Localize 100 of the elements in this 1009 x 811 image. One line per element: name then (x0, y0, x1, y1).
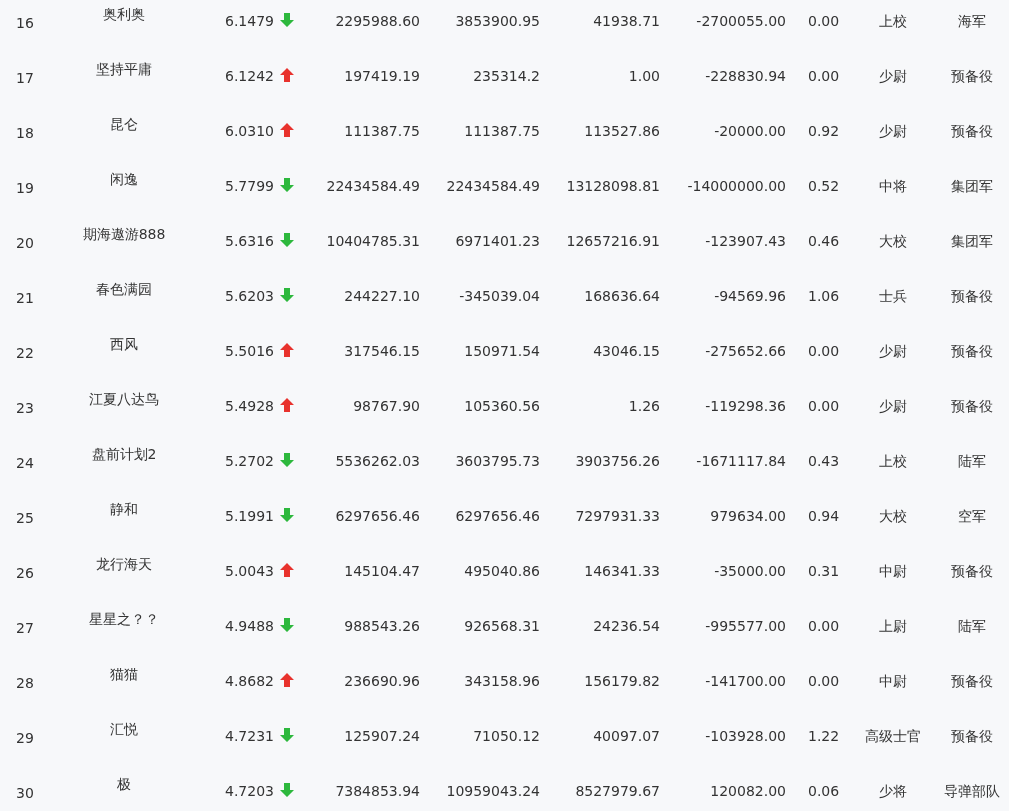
table-cell-text: 236690.96 (344, 672, 420, 691)
user-name: 龙行海天 (96, 555, 152, 574)
rank-title: 大校 (878, 507, 907, 526)
score-value: 4.7203 (225, 782, 274, 801)
table-cell-text: 156179.82 (584, 672, 660, 691)
table-cell-text: 926568.31 (464, 617, 540, 636)
table-cell-text: 111387.75 (344, 122, 420, 141)
table-cell-text: -123907.43 (705, 232, 786, 251)
score-value: 6.1242 (225, 67, 274, 86)
table-cell-text: -103928.00 (705, 727, 786, 746)
rank-number: 25 (16, 509, 34, 528)
table-cell-text: -275652.66 (705, 342, 786, 361)
branch-name: 集团军 (951, 232, 993, 251)
branch-name: 预备役 (951, 672, 993, 691)
table-cell-text: 2295988.60 (335, 12, 420, 31)
rank-title: 士兵 (878, 287, 907, 306)
branch-name: 预备役 (951, 287, 993, 306)
rank-number: 16 (16, 14, 34, 33)
table-cell-text: 111387.75 (464, 122, 540, 141)
table-cell: 0.94 (808, 508, 840, 524)
score-value: 6.0310 (225, 122, 274, 141)
table-cell-text: 6971401.23 (455, 232, 540, 251)
table-cell: 0.43 (808, 453, 840, 469)
table-cell-text: 495040.86 (464, 562, 540, 581)
user-name: 昆仑 (110, 115, 138, 134)
table-cell-text: 10959043.24 (446, 782, 540, 801)
table-cell: 0.00 (808, 398, 840, 414)
table-cell-text: 71050.12 (473, 727, 540, 746)
rank-number: 17 (16, 69, 34, 88)
table-cell-text: 979634.00 (710, 507, 786, 526)
branch-name: 陆军 (958, 452, 986, 471)
user-name: 奥利奥 (103, 5, 145, 24)
table-cell-text: -995577.00 (705, 617, 786, 636)
table-cell-text: -141700.00 (705, 672, 786, 691)
rank-number: 21 (16, 289, 34, 308)
rank-number: 23 (16, 399, 34, 418)
rank-number: 20 (16, 234, 34, 253)
rank-title: 少将 (878, 782, 907, 801)
table-cell: 0.00 (808, 13, 840, 29)
table-cell-text: 3853900.95 (455, 12, 540, 31)
table-cell-text: 988543.26 (344, 617, 420, 636)
table-cell-text: 10404785.31 (326, 232, 420, 251)
rank-title: 少尉 (878, 397, 907, 416)
rank-title: 上尉 (878, 617, 907, 636)
user-name: 期海遨游888 (82, 225, 166, 244)
rank-title: 大校 (878, 232, 907, 251)
rank-title: 中将 (878, 177, 907, 196)
score-value: 4.7231 (225, 727, 274, 746)
rank-number: 27 (16, 619, 34, 638)
table-cell: 0.92 (808, 123, 840, 139)
table-cell: 0.31 (808, 563, 840, 579)
rank-number: 24 (16, 454, 34, 473)
user-name: 汇悦 (110, 720, 138, 739)
rank-number: 18 (16, 124, 34, 143)
branch-name: 空军 (958, 507, 986, 526)
table-cell-text: 235314.2 (473, 67, 540, 86)
branch-name: 预备役 (951, 727, 993, 746)
table-cell: 0.00 (808, 673, 840, 689)
table-cell-text: 41938.71 (593, 12, 660, 31)
user-name: 江夏八达鸟 (89, 390, 159, 409)
rank-number: 30 (16, 784, 34, 803)
rank-title: 少尉 (878, 342, 907, 361)
table-cell-text: 40097.07 (593, 727, 660, 746)
table-cell: 0.00 (808, 68, 840, 84)
user-name: 坚持平庸 (96, 60, 152, 79)
rank-title: 少尉 (878, 122, 907, 141)
table-cell: 0.52 (808, 178, 840, 194)
table-cell-text: -345039.04 (459, 287, 540, 306)
branch-name: 陆军 (958, 617, 986, 636)
table-cell-text: 13128098.81 (566, 177, 660, 196)
table-cell-text: 7297931.33 (575, 507, 660, 526)
rank-title: 中尉 (878, 562, 907, 581)
table-cell-text: 168636.64 (584, 287, 660, 306)
table-cell-text: 6297656.46 (335, 507, 420, 526)
table-cell: 1.22 (808, 728, 840, 744)
table-cell-text: -119298.36 (705, 397, 786, 416)
table-cell-text: -35000.00 (714, 562, 786, 581)
score-value: 5.0043 (225, 562, 274, 581)
table-cell: 0.06 (808, 783, 840, 799)
table-cell-text: 197419.19 (344, 67, 420, 86)
table-cell-text: 7384853.94 (335, 782, 420, 801)
table-cell-text: 5536262.03 (335, 452, 420, 471)
table-cell-text: 3903756.26 (575, 452, 660, 471)
branch-name: 导弹部队 (944, 782, 1000, 801)
rank-title: 上校 (878, 452, 907, 471)
user-name: 西风 (110, 335, 138, 354)
table-cell: 0.00 (808, 343, 840, 359)
table-cell-text: 146341.33 (584, 562, 660, 581)
branch-name: 预备役 (951, 67, 993, 86)
table-cell-text: 22434584.49 (446, 177, 540, 196)
table-cell-text: 317546.15 (344, 342, 420, 361)
table-cell-text: 6297656.46 (455, 507, 540, 526)
score-value: 4.9488 (225, 617, 274, 636)
rank-number: 22 (16, 344, 34, 363)
rank-title: 上校 (878, 12, 907, 31)
table-cell-text: 113527.86 (584, 122, 660, 141)
table-cell-text: -20000.00 (714, 122, 786, 141)
score-value: 4.8682 (225, 672, 274, 691)
table-cell-text: -228830.94 (705, 67, 786, 86)
table-cell-text: -14000000.00 (687, 177, 786, 196)
